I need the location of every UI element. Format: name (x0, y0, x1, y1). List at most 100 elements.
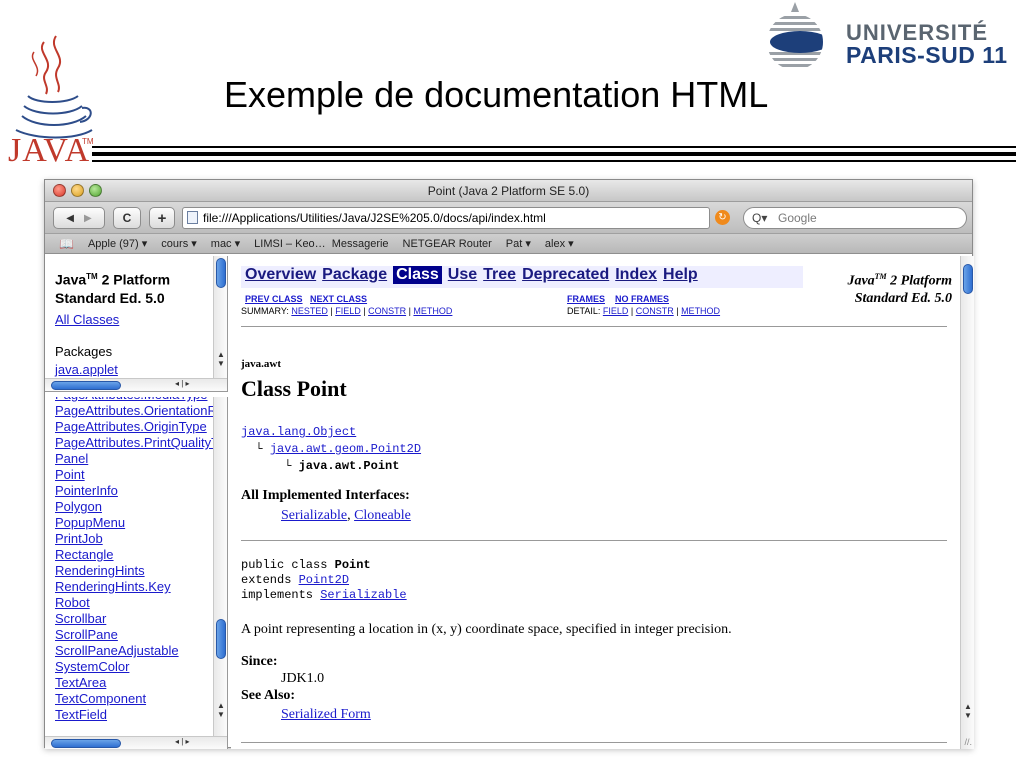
java-tm-mark: TM (82, 137, 94, 146)
class-list-item[interactable]: RenderingHints (55, 563, 227, 579)
platform-title: JavaTM 2 Platform Standard Ed. 5.0 (847, 272, 952, 306)
nav-deprecated[interactable]: Deprecated (522, 266, 609, 284)
all-classes-link[interactable]: All Classes (55, 312, 119, 327)
search-icon: Q▾ (752, 211, 768, 225)
add-bookmark-button[interactable]: + (149, 207, 175, 229)
class-list-item[interactable]: TextComponent (55, 691, 227, 707)
class-list-item[interactable]: ScrollPane (55, 627, 227, 643)
classes-horizontal-scrollbar[interactable]: ◂ | ▸ (45, 736, 227, 749)
detail-field-link[interactable]: FIELD (603, 306, 629, 316)
divider (241, 540, 947, 541)
class-list-item[interactable]: PageAttributes.PrintQualityType (55, 435, 227, 451)
scroll-arrows-icon[interactable]: ▲ ▼ (217, 350, 225, 368)
class-title: Class Point (241, 376, 347, 401)
nav-help[interactable]: Help (663, 266, 698, 284)
bookmark-item[interactable]: Messagerie (332, 238, 389, 250)
serialized-form-link[interactable]: Serialized Form (281, 707, 371, 723)
class-list-item[interactable]: TextArea (55, 675, 227, 691)
scroll-thumb[interactable] (963, 264, 973, 294)
scroll-arrows-icon[interactable]: ◂ | ▸ (175, 379, 190, 388)
scroll-thumb[interactable] (216, 258, 226, 288)
scroll-thumb[interactable] (51, 381, 121, 390)
class-declaration: public class Point extends Point2D imple… (241, 558, 407, 602)
class-list-item[interactable]: PageAttributes.OriginType (55, 419, 227, 435)
class-list-item[interactable]: PopupMenu (55, 515, 227, 531)
hierarchy-current: java.awt.Point (298, 459, 400, 473)
class-list-item[interactable]: ScrollPaneAdjustable (55, 643, 227, 659)
frames-link[interactable]: FRAMES (567, 294, 605, 304)
no-frames-link[interactable]: NO FRAMES (615, 294, 669, 304)
bookmark-item[interactable]: Apple (97) ▾ (88, 237, 147, 250)
bookmark-item[interactable]: NETGEAR Router (403, 238, 492, 250)
scroll-thumb[interactable] (51, 739, 121, 748)
nav-use[interactable]: Use (448, 266, 477, 284)
nav-index[interactable]: Index (615, 266, 657, 284)
class-description: A point representing a location in (x, y… (241, 622, 732, 637)
url-text: file:///Applications/Utilities/Java/J2SE… (203, 211, 546, 225)
class-list-item[interactable]: Point (55, 467, 227, 483)
bookmark-item[interactable]: Pat ▾ (506, 237, 531, 250)
bookmark-item[interactable]: LIMSI – Keo… (254, 238, 326, 250)
next-class-link[interactable]: NEXT CLASS (310, 294, 367, 304)
class-list-item[interactable]: Polygon (55, 499, 227, 515)
scroll-arrows-icon[interactable]: ▲ ▼ (964, 702, 972, 720)
header-rule-middle (92, 152, 1016, 156)
java-wordmark: JAVA (8, 132, 91, 169)
summary-method-link[interactable]: METHOD (413, 306, 452, 316)
interface-link[interactable]: Serializable (320, 588, 406, 602)
bookmark-item[interactable]: cours ▾ (161, 237, 196, 250)
forward-icon[interactable]: ▶ (84, 213, 92, 224)
search-input[interactable]: Q▾ Google (743, 207, 967, 229)
class-list-item[interactable]: RenderingHints.Key (55, 579, 227, 595)
summary-constr-link[interactable]: CONSTR (368, 306, 406, 316)
bookmark-item[interactable]: alex ▾ (545, 237, 574, 250)
prev-class-link[interactable]: PREV CLASS (245, 294, 303, 304)
hierarchy-parent-link[interactable]: java.awt.geom.Point2D (270, 442, 421, 456)
class-list-item[interactable]: Scrollbar (55, 611, 227, 627)
detail-links: DETAIL: FIELD | CONSTR | METHOD (567, 306, 721, 316)
doc-vertical-scrollbar[interactable]: ▲ ▼ (960, 256, 974, 749)
detail-label: DETAIL: (567, 306, 601, 316)
scroll-arrows-icon[interactable]: ▲ ▼ (217, 701, 225, 719)
summary-field-link[interactable]: FIELD (335, 306, 361, 316)
nav-class[interactable]: Class (393, 266, 442, 284)
superclass-link[interactable]: Point2D (299, 573, 349, 587)
class-list-item[interactable]: TextField (55, 707, 227, 723)
back-forward-buttons[interactable]: ◀ ▶ (53, 207, 105, 229)
rss-reload-icon[interactable]: ↻ (715, 210, 730, 225)
hierarchy-root-link[interactable]: java.lang.Object (241, 425, 356, 439)
class-list-item[interactable]: PrintJob (55, 531, 227, 547)
class-list-item[interactable]: PointerInfo (55, 483, 227, 499)
class-list-item[interactable]: Panel (55, 451, 227, 467)
nav-overview[interactable]: Overview (245, 266, 316, 284)
back-icon[interactable]: ◀ (66, 213, 74, 224)
detail-constr-link[interactable]: CONSTR (636, 306, 674, 316)
packages-vertical-scrollbar[interactable]: ▲ ▼ (213, 256, 227, 378)
class-list-item[interactable]: SystemColor (55, 659, 227, 675)
frames-links: FRAMES NO FRAMES (567, 294, 669, 304)
resize-grip-icon[interactable]: //. (964, 737, 972, 747)
scroll-arrows-icon[interactable]: ◂ | ▸ (175, 737, 190, 746)
interface-link[interactable]: Serializable (281, 508, 347, 523)
classes-vertical-scrollbar[interactable]: ▲ ▼ (213, 397, 227, 736)
bookmarks-book-icon[interactable]: 📖 (59, 237, 74, 251)
detail-method-link[interactable]: METHOD (681, 306, 720, 316)
summary-links: SUMMARY: NESTED | FIELD | CONSTR | METHO… (241, 306, 453, 316)
class-list-item[interactable]: PageAttributes.OrientationRequestedType (55, 403, 227, 419)
nav-tree[interactable]: Tree (483, 266, 516, 284)
since-value: JDK1.0 (281, 671, 325, 686)
nav-items: Overview Package Class Use Tree Deprecat… (245, 266, 698, 284)
summary-nested-link[interactable]: NESTED (291, 306, 328, 316)
class-list-item[interactable]: Rectangle (55, 547, 227, 563)
interface-link[interactable]: Cloneable (354, 508, 411, 523)
reload-button[interactable]: C (113, 207, 141, 229)
nav-package[interactable]: Package (322, 266, 387, 284)
url-field[interactable]: file:///Applications/Utilities/Java/J2SE… (182, 207, 710, 229)
bookmark-item[interactable]: mac ▾ (211, 237, 240, 250)
scroll-thumb[interactable] (216, 619, 226, 659)
package-link[interactable]: java.applet (55, 362, 118, 377)
packages-horizontal-scrollbar[interactable]: ◂ | ▸ (45, 378, 227, 391)
package-name: java.awt (241, 358, 282, 370)
class-list-item[interactable]: Robot (55, 595, 227, 611)
browser-toolbar: ◀ ▶ C + file:///Applications/Utilities/J… (45, 202, 972, 234)
